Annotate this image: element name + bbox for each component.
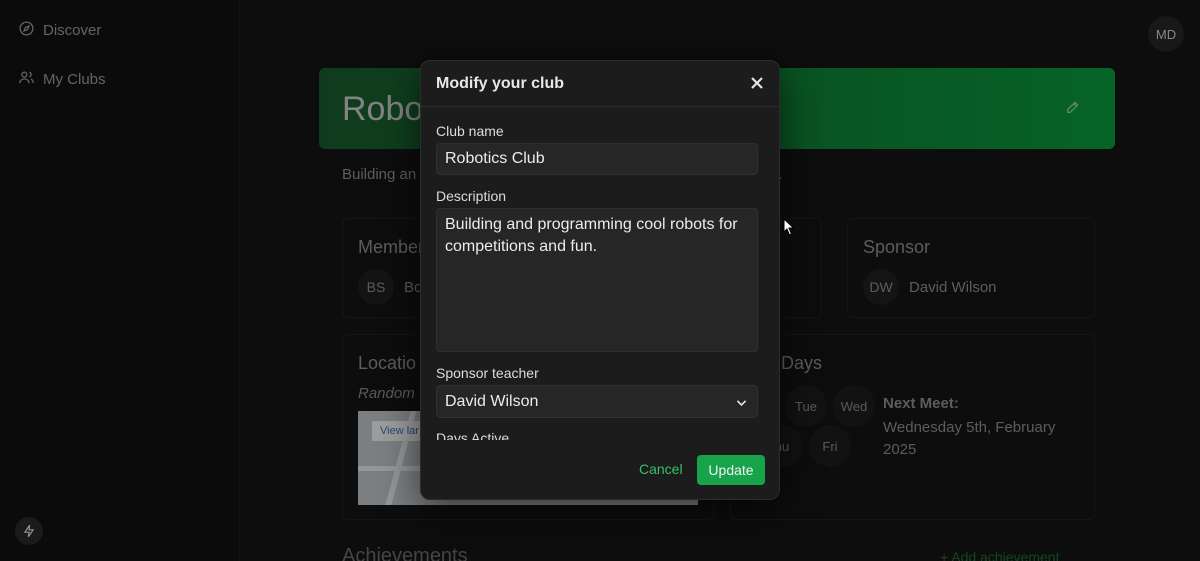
sponsor-teacher-select[interactable]: David Wilson [436, 385, 758, 418]
close-icon [751, 77, 763, 89]
chevron-down-icon [736, 400, 747, 407]
modal-header: Modify your club [421, 61, 779, 107]
modal-footer: Cancel Update [421, 441, 779, 499]
close-button[interactable] [749, 75, 765, 91]
update-button[interactable]: Update [697, 455, 765, 485]
club-name-label: Club name [436, 123, 504, 139]
cancel-button[interactable]: Cancel [639, 461, 683, 477]
description-label: Description [436, 188, 507, 204]
sponsor-teacher-value: David Wilson [445, 393, 539, 410]
mouse-cursor-icon [783, 218, 795, 236]
sponsor-teacher-label: Sponsor teacher [436, 365, 539, 381]
club-name-input[interactable] [436, 143, 758, 175]
modify-club-modal: Modify your club Club name Description B… [420, 60, 780, 500]
modal-title: Modify your club [436, 75, 564, 92]
app-root: Discover My Clubs MD Robot Building an n… [0, 0, 1200, 561]
description-textarea[interactable]: Building and programming cool robots for… [436, 208, 758, 352]
days-active-label: Days Active [436, 430, 510, 440]
